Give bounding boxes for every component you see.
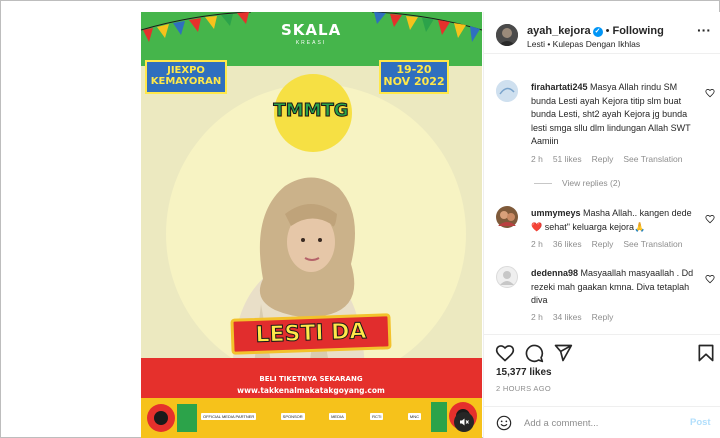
commenter-avatar-image [496,206,518,228]
ticket-banner: BELI TIKETNYA SEKARANG www.takkenalmakat… [201,372,421,398]
post-time: 2 HOURS AGO [496,384,551,393]
commenter-avatar[interactable] [496,80,518,102]
date-line-2: NOV 2022 [383,75,445,89]
mute-button[interactable] [454,412,474,432]
right-bunting-decoration [372,12,482,42]
sponsor-1: OFFICIAL MEDIA PARTNER [201,412,257,420]
commenter-avatar-image [496,80,518,102]
commenter-avatar[interactable] [496,206,518,228]
comment-text: dedenna98 Masyaallah masyaallah . Dd rez… [531,267,701,308]
comment-likes[interactable]: 36 likes [553,239,582,249]
poster-brand: SKALA [281,21,342,39]
comment-meta: 2 h 34 likes Reply [531,312,623,322]
author-username[interactable]: ayah_kejora [527,25,591,37]
post-image[interactable]: SKALA KREASI JIEXPO KEMAYORAN 19-20 NOV … [141,12,482,438]
comment-time: 2 h [531,312,543,322]
speaker-muted-icon [460,418,469,426]
like-comment-heart-icon[interactable] [705,85,715,98]
add-comment-bar: Post [484,406,720,438]
replies-line [534,183,552,185]
save-bookmark-icon[interactable] [696,343,716,363]
like-comment-heart-icon[interactable] [705,271,715,284]
reply-button[interactable]: Reply [592,239,614,249]
comments-list: firahartati245 Masya Allah rindu SM bund… [484,54,720,334]
poster-brand-sub: KREASI [295,40,327,46]
action-bar [484,334,720,366]
comment-time: 2 h [531,239,543,249]
sponsor-strip: OFFICIAL MEDIA PARTNER SPONSOR MEDIA RCT… [201,411,421,421]
view-replies-button[interactable]: View replies (2) [534,178,620,188]
comment-bubble-icon[interactable] [524,343,544,363]
more-options-icon[interactable]: ··· [697,23,713,40]
see-translation-button[interactable]: See Translation [623,239,682,249]
comment-username[interactable]: dedenna98 [531,268,578,278]
sponsor-2: SPONSOR [280,412,305,420]
left-backdrop [1,1,141,437]
sponsor-5: MNC [407,412,421,420]
see-translation-button[interactable]: See Translation [623,154,682,164]
event-logo: TMMTG [273,100,349,122]
location-line-2: KEMAYORAN [150,76,222,87]
likes-count[interactable]: 15,377 likes [496,367,552,378]
emoji-smiley-icon[interactable] [496,415,512,431]
location-badge: JIEXPO KEMAYORAN [145,60,227,94]
comment-username[interactable]: ummymeys [531,208,581,218]
sponsor-4: RCTI [370,412,384,420]
date-badge: 19-20 NOV 2022 [379,60,449,94]
share-send-icon[interactable] [553,343,573,363]
comment-likes[interactable]: 51 likes [553,154,582,164]
add-comment-input[interactable] [524,413,674,433]
verified-badge-icon: ✓ [592,27,603,37]
ticket-url: www.takkenalmakatakgoyang.com [237,386,385,395]
left-bunting-decoration [141,12,251,42]
author-avatar-image [496,24,518,46]
comment-time: 2 h [531,154,543,164]
ticket-cta: BELI TIKETNYA SEKARANG [259,375,363,383]
comment-text: ummymeys Masha Allah.. kangen dede❤️ seh… [531,207,701,234]
reply-button[interactable]: Reply [592,312,614,322]
sponsor-3: MEDIA [329,412,346,420]
commenter-avatar[interactable] [496,266,518,288]
author-line: ayah_kejora ✓ • Following [527,25,664,37]
like-comment-heart-icon[interactable] [705,211,715,224]
comment-username[interactable]: firahartati245 [531,82,588,92]
comment-text: firahartati245 Masya Allah rindu SM bund… [531,81,701,149]
performer-name-banner: LESTI DA [230,313,392,355]
default-avatar-icon [496,266,518,288]
audio-track-link[interactable]: Lesti • Kulepas Dengan Ikhlas [527,39,640,49]
like-heart-icon[interactable] [495,343,515,363]
location-line-1: JIEXPO [167,65,205,76]
comment-likes[interactable]: 34 likes [553,312,582,322]
separator-dot: • [605,25,610,37]
post-sidebar: ayah_kejora ✓ • Following Lesti • Kulepas D… [483,12,720,438]
post-comment-button[interactable]: Post [690,417,711,428]
following-button[interactable]: Following [612,25,663,37]
comment-meta: 2 h 36 likes Reply See Translation [531,239,692,249]
post-header: ayah_kejora ✓ • Following Lesti • Kulepas D… [484,12,720,54]
author-avatar[interactable] [496,24,518,46]
view-replies-label: View replies (2) [562,178,621,188]
reply-button[interactable]: Reply [592,154,614,164]
comment-meta: 2 h 51 likes Reply See Translation [531,154,692,164]
